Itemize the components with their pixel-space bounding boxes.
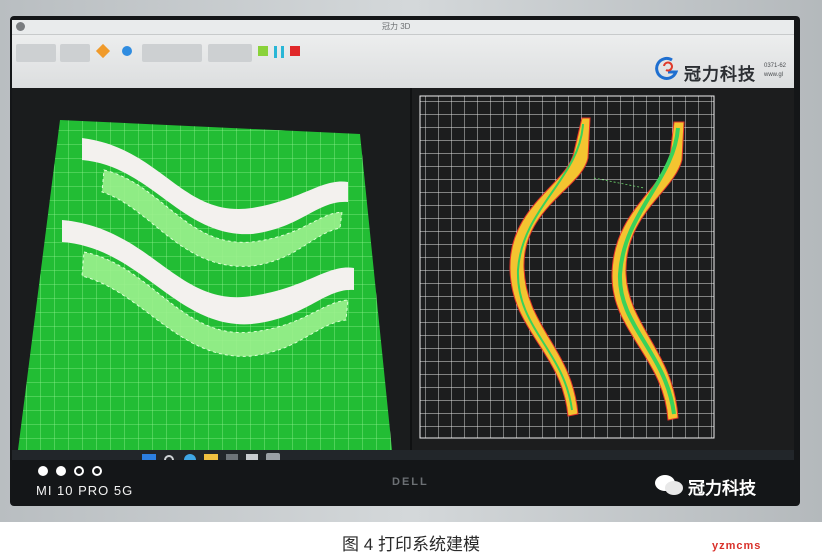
toolbar-group-layers[interactable] — [208, 44, 252, 62]
3d-build-view[interactable] — [12, 88, 412, 460]
brand-phone: 0371-62 — [764, 63, 787, 69]
windows-taskbar — [12, 450, 794, 460]
wechat-icon — [655, 475, 683, 495]
window-title: 冠力 3D — [382, 22, 411, 31]
brand-name: 冠力科技 — [684, 65, 756, 84]
store-icon[interactable] — [226, 454, 238, 460]
camera-dot — [74, 466, 84, 476]
toolbar-group-settings[interactable] — [142, 44, 202, 62]
build-plate-render — [16, 120, 394, 460]
phone-model-watermark: MI 10 PRO 5G — [36, 483, 134, 498]
folder-icon[interactable] — [204, 454, 218, 460]
toolbar-group-edit[interactable] — [60, 44, 90, 62]
pen-icon[interactable] — [95, 43, 111, 59]
app-icon — [16, 22, 25, 31]
camera-dot — [38, 466, 48, 476]
camera-dot — [56, 466, 66, 476]
pause-icon[interactable] — [274, 46, 284, 58]
slice-icon[interactable] — [258, 46, 268, 56]
monitor-brand-logo: DELL — [392, 476, 429, 488]
mail-icon[interactable] — [246, 454, 258, 460]
brand-website: www.gl — [764, 72, 784, 78]
wechat-account-watermark: 冠力科技 — [688, 479, 756, 498]
gear-icon[interactable] — [122, 46, 132, 56]
toolbar-group-file[interactable] — [16, 44, 56, 62]
software-toolbar: 冠力 3D 冠力科技 0371-62 www.gl — [12, 20, 794, 89]
slice-preview-view[interactable] — [412, 88, 794, 450]
search-icon[interactable] — [164, 455, 174, 460]
stop-icon[interactable] — [290, 46, 300, 56]
guanli-swirl-logo — [655, 56, 679, 80]
edge-icon[interactable] — [184, 454, 196, 460]
slice-render — [419, 95, 715, 439]
site-watermark: yzmcms — [712, 540, 762, 552]
figure-caption: 图 4 打印系统建模 — [342, 535, 480, 554]
app-icon-active[interactable] — [266, 453, 280, 460]
monitor-screen: 冠力 3D 冠力科技 0371-62 www.gl — [12, 20, 794, 460]
brand-contact: 0371-62 www.gl — [764, 62, 786, 80]
windows-icon[interactable] — [142, 454, 156, 460]
photo: 冠力 3D 冠力科技 0371-62 www.gl DELL MI 10 PRO… — [0, 0, 822, 522]
window-title-bar: 冠力 3D — [12, 20, 794, 35]
camera-dot — [92, 466, 102, 476]
